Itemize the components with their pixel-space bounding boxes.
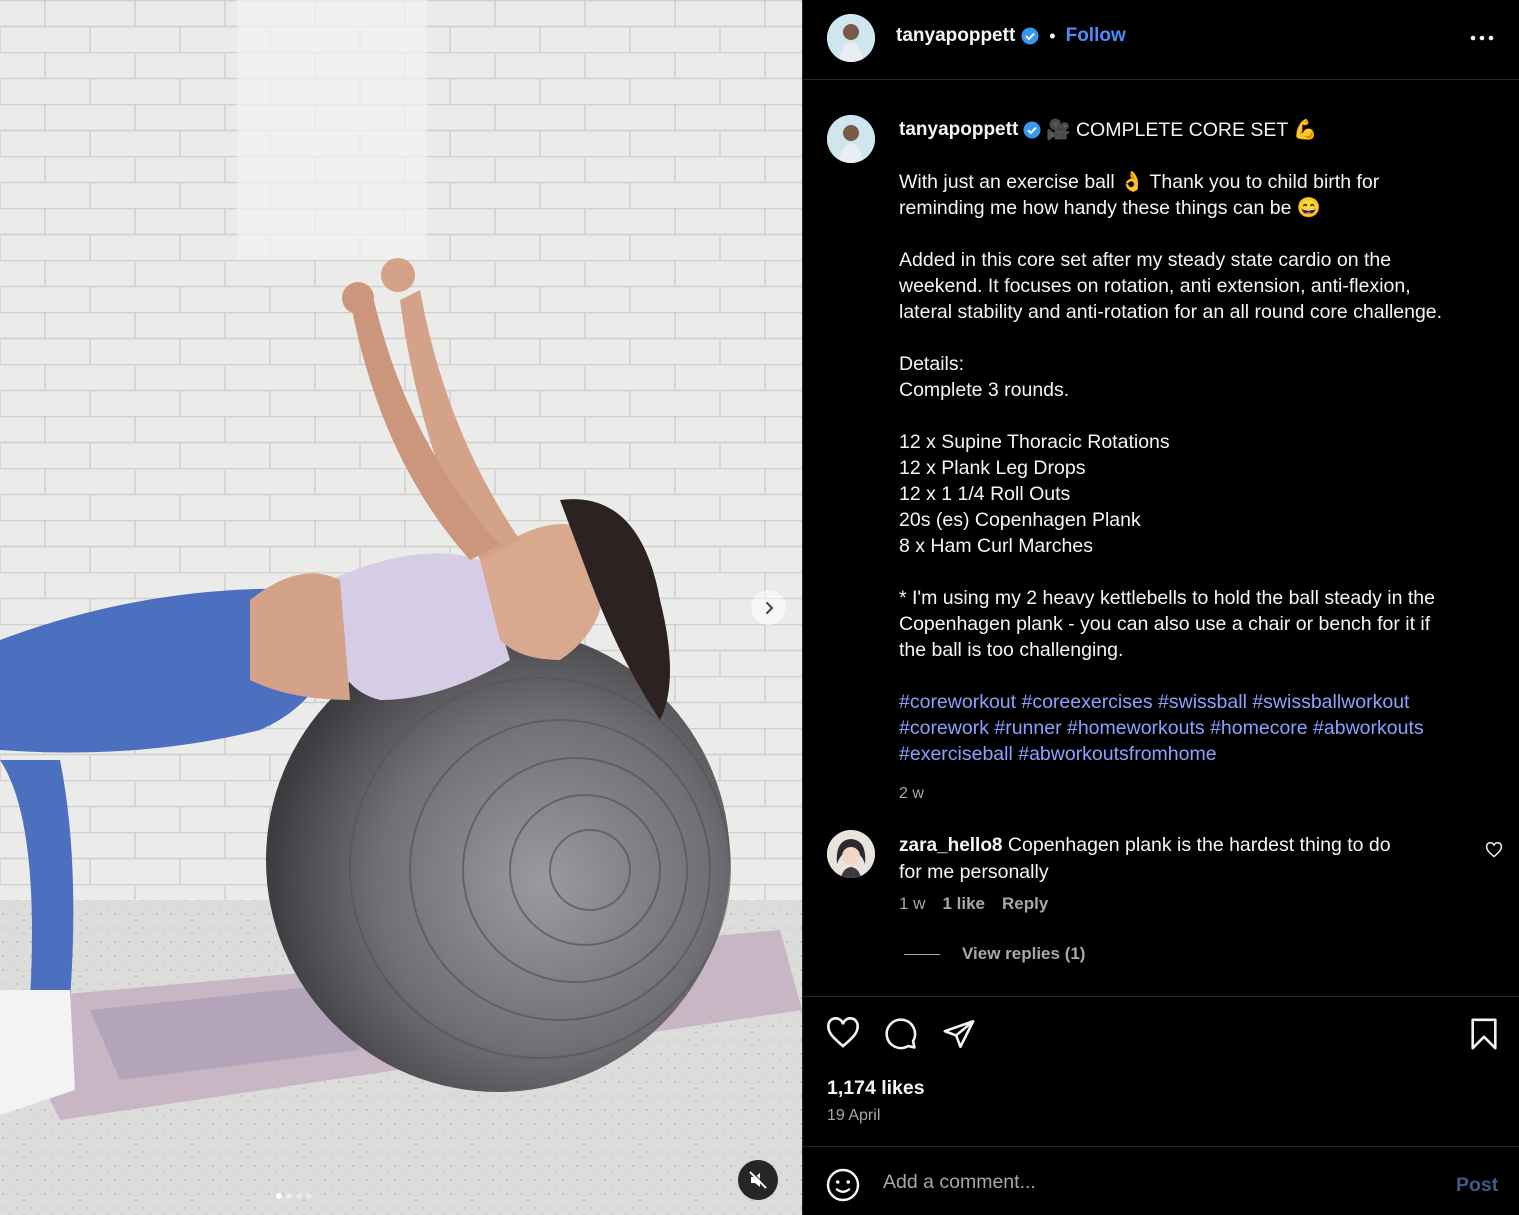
caption-line: 20s (es) Copenhagen Plank: [899, 509, 1141, 531]
post-photo: [0, 0, 802, 1215]
caption-author[interactable]: tanyapoppett: [899, 117, 1018, 143]
author-username[interactable]: tanyapoppett: [896, 25, 1015, 47]
post-comment-button[interactable]: Post: [1456, 1174, 1498, 1197]
comment-composer: Post: [803, 1146, 1519, 1215]
emoji-button[interactable]: [825, 1167, 861, 1208]
speaker-muted-icon: [749, 1170, 768, 1189]
comment-bubble-icon: [885, 1018, 917, 1050]
caption-line: reminding me how handy these things can …: [899, 197, 1322, 219]
avatar-image: [827, 115, 875, 163]
caption-line: Complete 3 rounds.: [899, 379, 1070, 401]
caption-line: Copenhagen plank - you can also use a ch…: [899, 613, 1431, 635]
next-slide-button[interactable]: [751, 590, 786, 625]
comment-like-button[interactable]: [1485, 841, 1503, 863]
caption-line: 12 x Supine Thoracic Rotations: [899, 431, 1170, 453]
comment-input[interactable]: [883, 1167, 1443, 1197]
caption-line: the ball is too challenging.: [899, 639, 1124, 661]
chevron-right-icon: [765, 601, 773, 614]
comments-scroll-area[interactable]: tanyapoppett 🎥 COMPLETE CORE SET 💪 With …: [803, 81, 1519, 996]
comment-meta: 1 w 1 like Reply: [899, 894, 1048, 914]
caption-line: [899, 559, 1499, 585]
caption-line: [899, 221, 1499, 247]
caption-line: Details:: [899, 353, 965, 375]
more-horizontal-icon: [1470, 35, 1494, 41]
post-caption: tanyapoppett 🎥 COMPLETE CORE SET 💪 With …: [899, 117, 1499, 807]
reply-button[interactable]: Reply: [1002, 894, 1048, 914]
comment-text: Copenhagen plank is the hardest thing to…: [1007, 834, 1391, 856]
verified-badge-icon: [1021, 27, 1039, 45]
more-options-button[interactable]: [1469, 28, 1495, 53]
hashtag-line[interactable]: #coreworkout #coreexercises #swissball #…: [899, 689, 1499, 715]
caption-line: 8 x Ham Curl Marches: [899, 535, 1093, 557]
post-header: tanyapoppett • Follow: [803, 0, 1519, 80]
hashtag-block: #coreworkout #coreexercises #swissball #…: [899, 689, 1499, 767]
comment-body: zara_hello8 Copenhagen plank is the hard…: [899, 832, 1459, 885]
caption-title-row: tanyapoppett 🎥 COMPLETE CORE SET 💪: [899, 117, 1499, 143]
hashtag-line[interactable]: #exerciseball #abworkoutsfromhome: [899, 741, 1499, 767]
carousel-dot: [286, 1193, 292, 1199]
smiley-icon: [826, 1168, 860, 1202]
separator-dot: •: [1049, 25, 1056, 46]
caption-line: 12 x Plank Leg Drops: [899, 457, 1086, 479]
caption-line: lateral stability and anti-rotation for …: [899, 301, 1443, 323]
carousel-dot: [276, 1193, 282, 1199]
paper-plane-icon: [943, 1019, 975, 1049]
avatar[interactable]: [827, 830, 875, 878]
heart-icon: [1485, 841, 1503, 858]
caption-line: Added in this core set after my steady s…: [899, 249, 1392, 271]
caption-line: [899, 403, 1499, 429]
caption-title: 🎥 COMPLETE CORE SET 💪: [1046, 119, 1318, 141]
follow-button[interactable]: Follow: [1066, 25, 1126, 47]
avatar[interactable]: [827, 115, 875, 163]
like-button[interactable]: [825, 1017, 861, 1054]
carousel-dot: [306, 1193, 312, 1199]
avatar[interactable]: [827, 14, 875, 62]
caption-line: With just an exercise ball 👌 Thank you t…: [899, 171, 1380, 193]
caption-line: [899, 325, 1499, 351]
mute-toggle-button[interactable]: [738, 1160, 778, 1200]
caption-timestamp[interactable]: 2 w: [899, 781, 1499, 807]
comment-button[interactable]: [883, 1017, 919, 1056]
avatar-image: [827, 830, 875, 878]
bookmark-icon: [1471, 1018, 1497, 1050]
caption-line: [899, 663, 1499, 689]
comment-author[interactable]: zara_hello8: [899, 835, 1003, 856]
view-replies-label: View replies (1): [962, 944, 1086, 963]
comment-text: for me personally: [899, 861, 1049, 883]
carousel-indicator: [276, 1193, 312, 1199]
like-count[interactable]: 1,174 likes: [827, 1077, 925, 1100]
caption-line: weekend. It focuses on rotation, anti ex…: [899, 275, 1411, 297]
post-details-panel: tanyapoppett • Follow tanyapoppett 🎥 COM…: [802, 0, 1519, 1215]
hashtag-line[interactable]: #corework #runner #homeworkouts #homecor…: [899, 715, 1499, 741]
heart-icon: [827, 1017, 859, 1048]
avatar-image: [827, 14, 875, 62]
carousel-dot: [296, 1193, 302, 1199]
header-user: tanyapoppett • Follow: [896, 25, 1126, 47]
verified-badge-icon: [1023, 121, 1041, 139]
view-replies-button[interactable]: View replies (1): [904, 944, 1085, 964]
post-date[interactable]: 19 April: [827, 1107, 880, 1125]
share-button[interactable]: [941, 1017, 977, 1056]
comment-time[interactable]: 1 w: [899, 894, 925, 914]
post-media[interactable]: [0, 0, 802, 1215]
divider: [904, 953, 940, 955]
caption-line: * I'm using my 2 heavy kettlebells to ho…: [899, 587, 1435, 609]
comment-likes[interactable]: 1 like: [942, 894, 985, 914]
caption-line: 12 x 1 1/4 Roll Outs: [899, 483, 1071, 505]
save-button[interactable]: [1469, 1017, 1499, 1056]
post-actions: 1,174 likes 19 April: [803, 996, 1519, 1146]
